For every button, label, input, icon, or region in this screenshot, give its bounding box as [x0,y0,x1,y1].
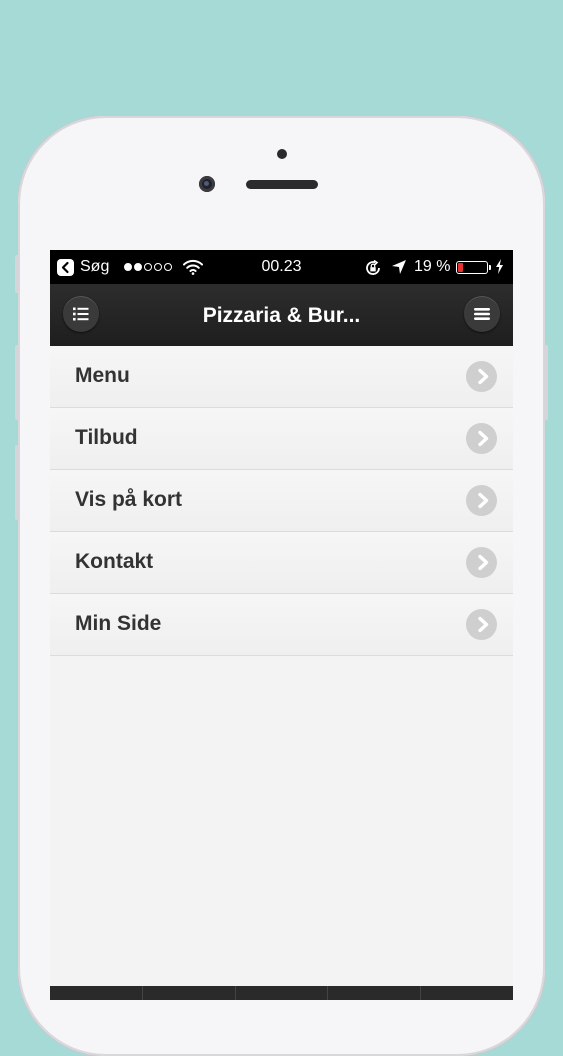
chevron-right-icon [466,485,497,516]
list-item-vis-paa-kort[interactable]: Vis på kort [50,470,513,532]
rotation-lock-icon [364,259,382,282]
battery-icon [456,261,488,274]
list-item-menu[interactable]: Menu [50,346,513,408]
chevron-right-icon [466,423,497,454]
page-title: Pizzaria & Bur... [202,304,361,327]
tab-segment[interactable] [328,986,422,1000]
battery-percent: 19 % [414,258,451,275]
list-item-label: Vis på kort [75,488,182,511]
list-item-kontakt[interactable]: Kontakt [50,532,513,594]
app-screen: Søg 00.23 19 % Pizzaria & Bur... Menu Ti… [50,250,513,1000]
charging-bolt-icon [495,259,504,279]
menu-button[interactable] [464,296,500,332]
battery-level-fill [458,263,463,272]
chevron-right-icon [466,547,497,578]
list-item-label: Min Side [75,612,162,635]
mute-switch [15,255,19,293]
list-item-label: Tilbud [75,426,138,449]
tab-segment[interactable] [421,986,513,1000]
volume-down-button [15,445,19,520]
volume-up-button [15,345,19,420]
chevron-right-icon [466,361,497,392]
tab-segment[interactable] [143,986,236,1000]
list-item-min-side[interactable]: Min Side [50,594,513,656]
front-camera [199,176,215,192]
list-item-label: Kontakt [75,550,154,573]
proximity-sensor [277,149,287,159]
earpiece-speaker [246,180,318,189]
tab-segment[interactable] [236,986,329,1000]
chevron-right-icon [466,609,497,640]
status-bar: Søg 00.23 19 % [50,250,513,284]
hamburger-menu-icon [474,308,490,320]
battery-tip [489,265,491,270]
power-button [544,345,548,420]
tab-segment[interactable] [50,986,143,1000]
menu-list: Menu Tilbud Vis på kort Kontakt Min Side [50,346,513,986]
app-header: Pizzaria & Bur... [50,284,513,346]
list-item-label: Menu [75,364,130,387]
location-icon [391,259,407,280]
list-item-tilbud[interactable]: Tilbud [50,408,513,470]
list-icon [73,307,89,321]
bottom-tab-bar[interactable] [50,986,513,1000]
list-button[interactable] [63,296,99,332]
